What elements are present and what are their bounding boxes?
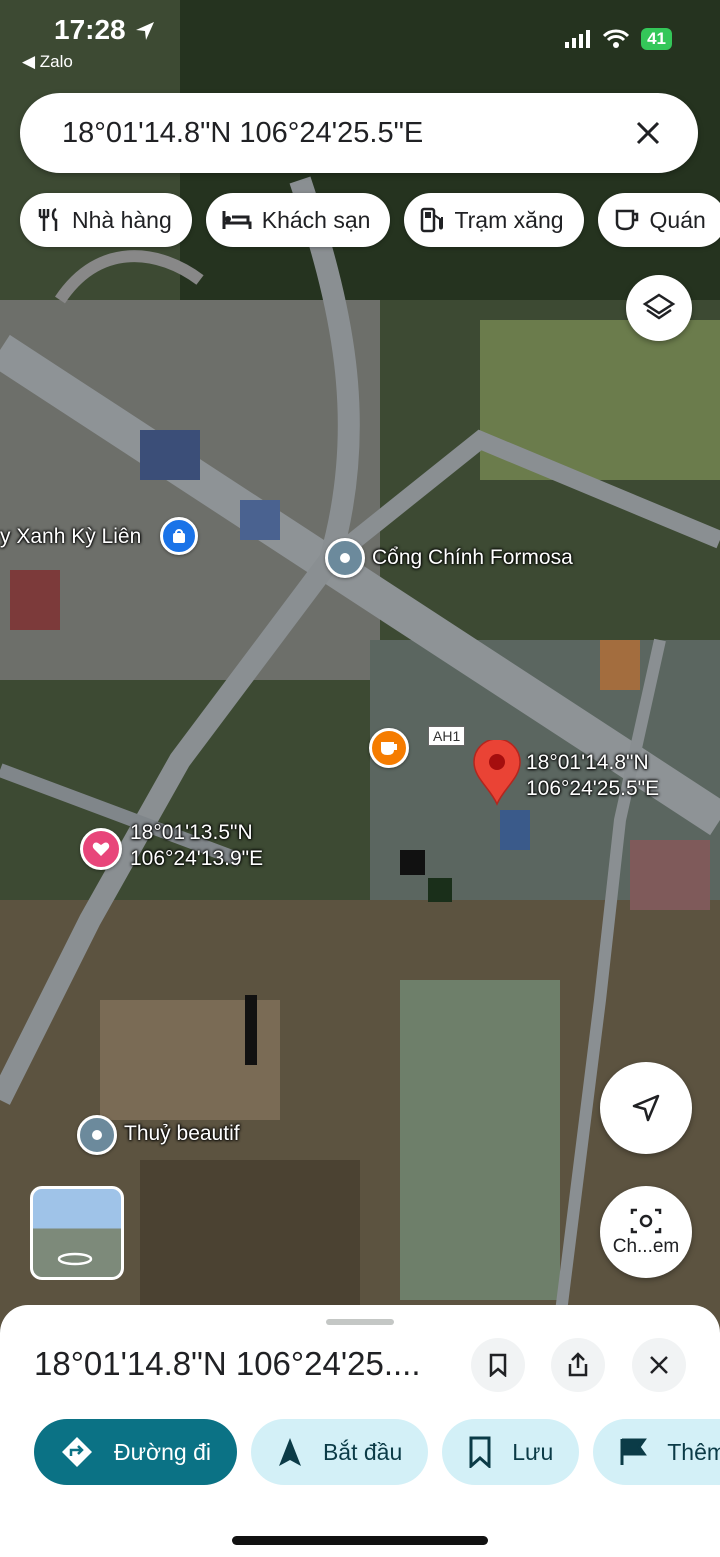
road-shield-ah1: AH1 <box>428 726 466 746</box>
navigation-icon <box>278 1438 301 1466</box>
status-time: 17:28 <box>54 14 126 45</box>
pin-coordinates-label: 18°01'14.8"N 106°24'25.5"E <box>526 750 659 802</box>
location-pin-icon[interactable] <box>472 740 522 806</box>
cafe-icon <box>615 209 638 231</box>
dot-icon <box>92 1130 102 1140</box>
action-buttons: Đường đi Bắt đầu Lưu Thêm <box>34 1419 720 1485</box>
beauty-place-marker[interactable] <box>77 1115 117 1155</box>
place-title: 18°01'14.8"N 106°24'25.... <box>34 1345 421 1382</box>
landmark-marker[interactable] <box>325 538 365 578</box>
rotate-360-icon <box>57 1252 93 1266</box>
directions-label: Đường đi <box>114 1438 211 1465</box>
camera-label: Ch...em <box>612 1236 680 1257</box>
clear-search-button[interactable] <box>618 103 678 163</box>
status-icons: 41 <box>565 28 672 50</box>
dot-icon <box>340 553 350 563</box>
directions-button[interactable]: Đường đi <box>34 1419 237 1485</box>
chip-label: Nhà hàng <box>72 206 172 233</box>
status-bar: 17:28 ◀ Zalo 41 <box>0 0 720 80</box>
location-arrow-icon <box>136 22 154 40</box>
flag-icon <box>620 1438 648 1465</box>
save-icon-button[interactable] <box>471 1338 525 1392</box>
drag-handle[interactable] <box>326 1319 394 1325</box>
save-button[interactable]: Lưu <box>442 1419 580 1485</box>
share-button[interactable] <box>551 1338 605 1392</box>
pin-longitude: 106°24'25.5"E <box>526 777 660 800</box>
search-bar[interactable]: 18°01'14.8"N 106°24'25.5"E <box>20 93 698 173</box>
battery-indicator: 41 <box>641 28 672 50</box>
gas-station-icon <box>421 207 444 233</box>
saved-longitude: 106°24'13.9"E <box>130 847 264 870</box>
start-button[interactable]: Bắt đầu <box>250 1419 429 1485</box>
chip-hotel[interactable]: Khách sạn <box>205 193 391 247</box>
saved-place-marker[interactable] <box>80 828 122 870</box>
back-to-app-link[interactable]: ◀ Zalo <box>22 52 73 72</box>
saved-latitude: 18°01'13.5"N <box>130 821 253 844</box>
hotel-icon <box>222 211 252 229</box>
bookmark-icon <box>469 1436 491 1468</box>
chip-label: Quán <box>649 206 706 233</box>
restaurant-icon <box>38 207 58 231</box>
camera-icon <box>630 1208 662 1234</box>
pin-latitude: 18°01'14.8"N <box>526 751 649 774</box>
chip-restaurant[interactable]: Nhà hàng <box>20 193 192 247</box>
shopping-icon[interactable] <box>160 517 198 555</box>
chip-cafe[interactable]: Quán <box>597 193 720 247</box>
place-bottom-sheet: 18°01'14.8"N 106°24'25.... Đường đi Bắt … <box>0 1305 720 1557</box>
chip-gas-station[interactable]: Trạm xăng <box>404 193 584 247</box>
cellular-signal-icon <box>565 30 591 48</box>
bookmark-icon <box>489 1353 507 1377</box>
close-icon <box>636 121 660 145</box>
coffee-cup-icon <box>381 742 397 756</box>
share-icon <box>568 1352 588 1377</box>
close-icon <box>650 1356 668 1374</box>
layers-icon <box>642 293 676 320</box>
map-label-beauty[interactable]: Thuỷ beautif <box>124 1121 240 1147</box>
more-label: Thêm <box>667 1438 720 1465</box>
layers-button[interactable] <box>626 275 692 341</box>
map-label-store[interactable]: y Xanh Kỳ Liên <box>0 524 141 550</box>
cafe-marker[interactable] <box>369 728 409 768</box>
saved-place-label: 18°01'13.5"N 106°24'13.9"E <box>130 820 263 872</box>
chip-label: Khách sạn <box>261 206 371 233</box>
my-location-button[interactable] <box>600 1062 692 1154</box>
shopping-bag-icon <box>173 529 185 543</box>
save-label: Lưu <box>512 1438 554 1465</box>
camera-search-button[interactable]: Ch...em <box>600 1186 692 1278</box>
home-indicator[interactable] <box>232 1536 488 1545</box>
category-chips: Nhà hàng Khách sạn Trạm xăng Quán <box>20 193 720 247</box>
start-label: Bắt đầu <box>322 1438 403 1465</box>
chip-label: Trạm xăng <box>454 206 564 233</box>
map-label-gate[interactable]: Cổng Chính Formosa <box>372 545 573 571</box>
directions-icon <box>62 1437 92 1467</box>
heart-icon <box>92 842 110 856</box>
search-input[interactable]: 18°01'14.8"N 106°24'25.5"E <box>62 117 618 150</box>
more-button[interactable]: Thêm <box>593 1419 720 1485</box>
close-sheet-button[interactable] <box>632 1338 686 1392</box>
wifi-icon <box>603 29 630 48</box>
street-view-thumbnail[interactable] <box>30 1186 124 1280</box>
navigation-arrow-icon <box>632 1094 660 1122</box>
